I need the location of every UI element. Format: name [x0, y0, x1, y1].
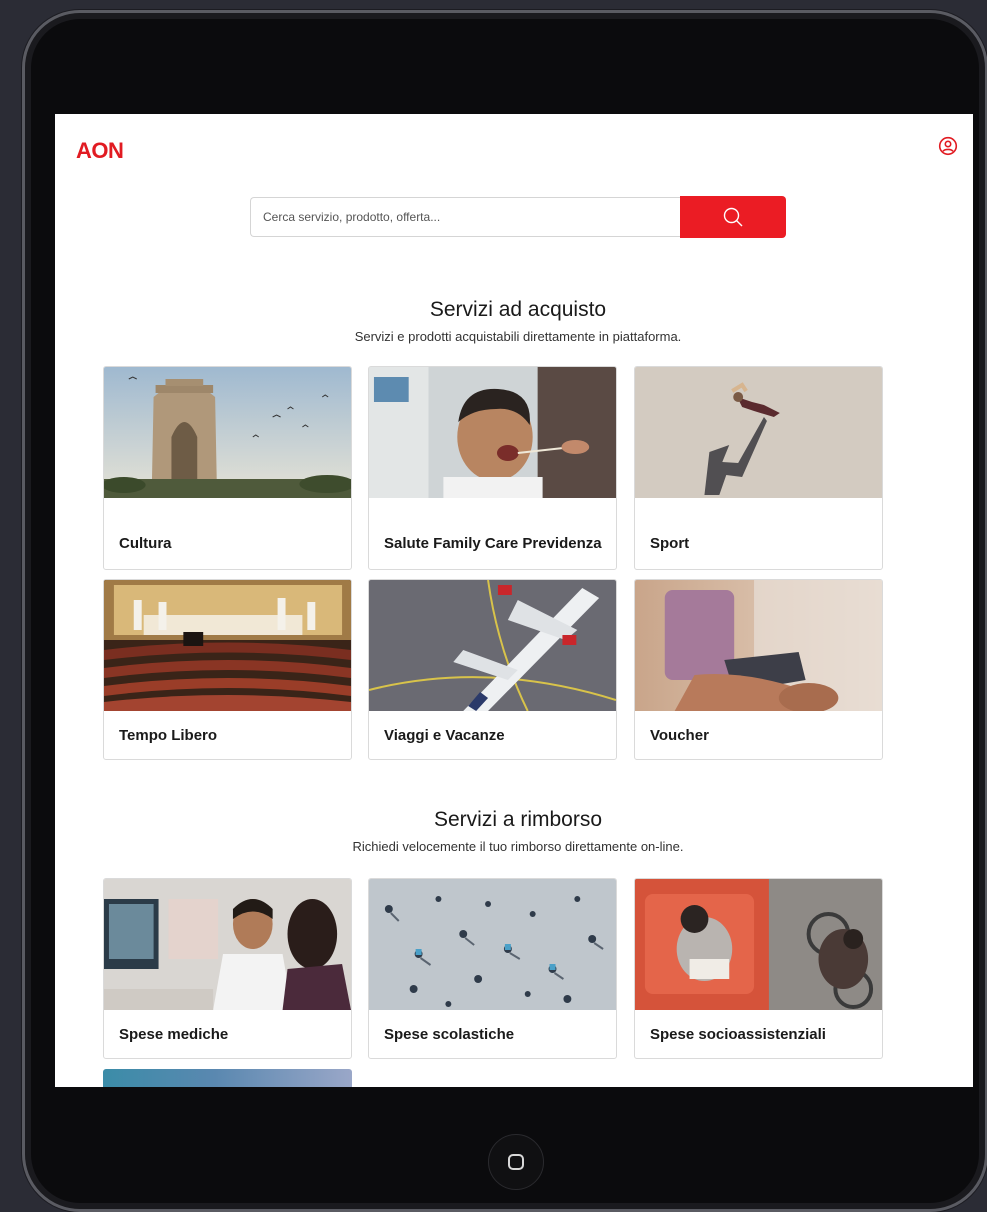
- app-screen: AON Servizi ad acquisto Servizi e prodot…: [55, 114, 973, 1087]
- purchase-section-title: Servizi ad acquisto: [429, 298, 607, 321]
- children-playground-aerial-photo: [369, 879, 616, 1010]
- user-circle-icon[interactable]: [938, 136, 958, 156]
- card-label: Spese socioassistenziali: [650, 1026, 826, 1043]
- card-viaggi-e-vacanze[interactable]: Viaggi e Vacanze: [368, 579, 617, 760]
- search-icon: [723, 207, 743, 227]
- doctor-patient-photo: [104, 879, 351, 1010]
- card-label: Salute Family Care Previdenza: [384, 535, 602, 552]
- card-spese-socioassistenziali[interactable]: Spese socioassistenziali: [634, 878, 883, 1059]
- card-voucher[interactable]: Voucher: [634, 579, 883, 760]
- search-bar: [250, 196, 786, 239]
- airplane-aerial-photo: [369, 580, 616, 711]
- search-input[interactable]: [250, 197, 680, 237]
- phone-credit-card-photo: [635, 580, 882, 711]
- india-gate-photo: [104, 367, 351, 498]
- home-square-icon: [508, 1154, 524, 1170]
- card-spese-mediche[interactable]: Spese mediche: [103, 878, 352, 1059]
- card-partial-hidden[interactable]: [103, 1069, 352, 1087]
- runner-shadow-photo: [635, 367, 882, 498]
- card-label: Cultura: [119, 535, 172, 552]
- card-sport[interactable]: Sport: [634, 366, 883, 570]
- card-label: Sport: [650, 535, 690, 552]
- refund-section-subtitle: Richiedi velocemente il tuo rimborso dir…: [352, 839, 684, 854]
- card-tempo-libero[interactable]: Tempo Libero: [103, 579, 352, 760]
- theater-stage-photo: [104, 580, 351, 711]
- card-cultura[interactable]: Cultura: [103, 366, 352, 570]
- home-button[interactable]: [488, 1134, 544, 1190]
- wheelchair-aerial-photo: [635, 879, 882, 1010]
- card-label: Spese mediche: [119, 1026, 229, 1043]
- child-throat-swab-photo: [369, 367, 616, 498]
- refund-section-title: Servizi a rimborso: [433, 808, 603, 831]
- purchase-section-subtitle: Servizi e prodotti acquistabili direttam…: [354, 329, 682, 344]
- aon-logo[interactable]: AON: [76, 138, 124, 164]
- search-button[interactable]: [680, 196, 786, 238]
- card-label: Viaggi e Vacanze: [384, 727, 505, 744]
- card-spese-scolastiche[interactable]: Spese scolastiche: [368, 878, 617, 1059]
- card-label: Spese scolastiche: [384, 1026, 515, 1043]
- card-salute-family-care[interactable]: Salute Family Care Previdenza: [368, 366, 617, 570]
- card-label: Voucher: [650, 727, 709, 744]
- card-label: Tempo Libero: [119, 727, 218, 744]
